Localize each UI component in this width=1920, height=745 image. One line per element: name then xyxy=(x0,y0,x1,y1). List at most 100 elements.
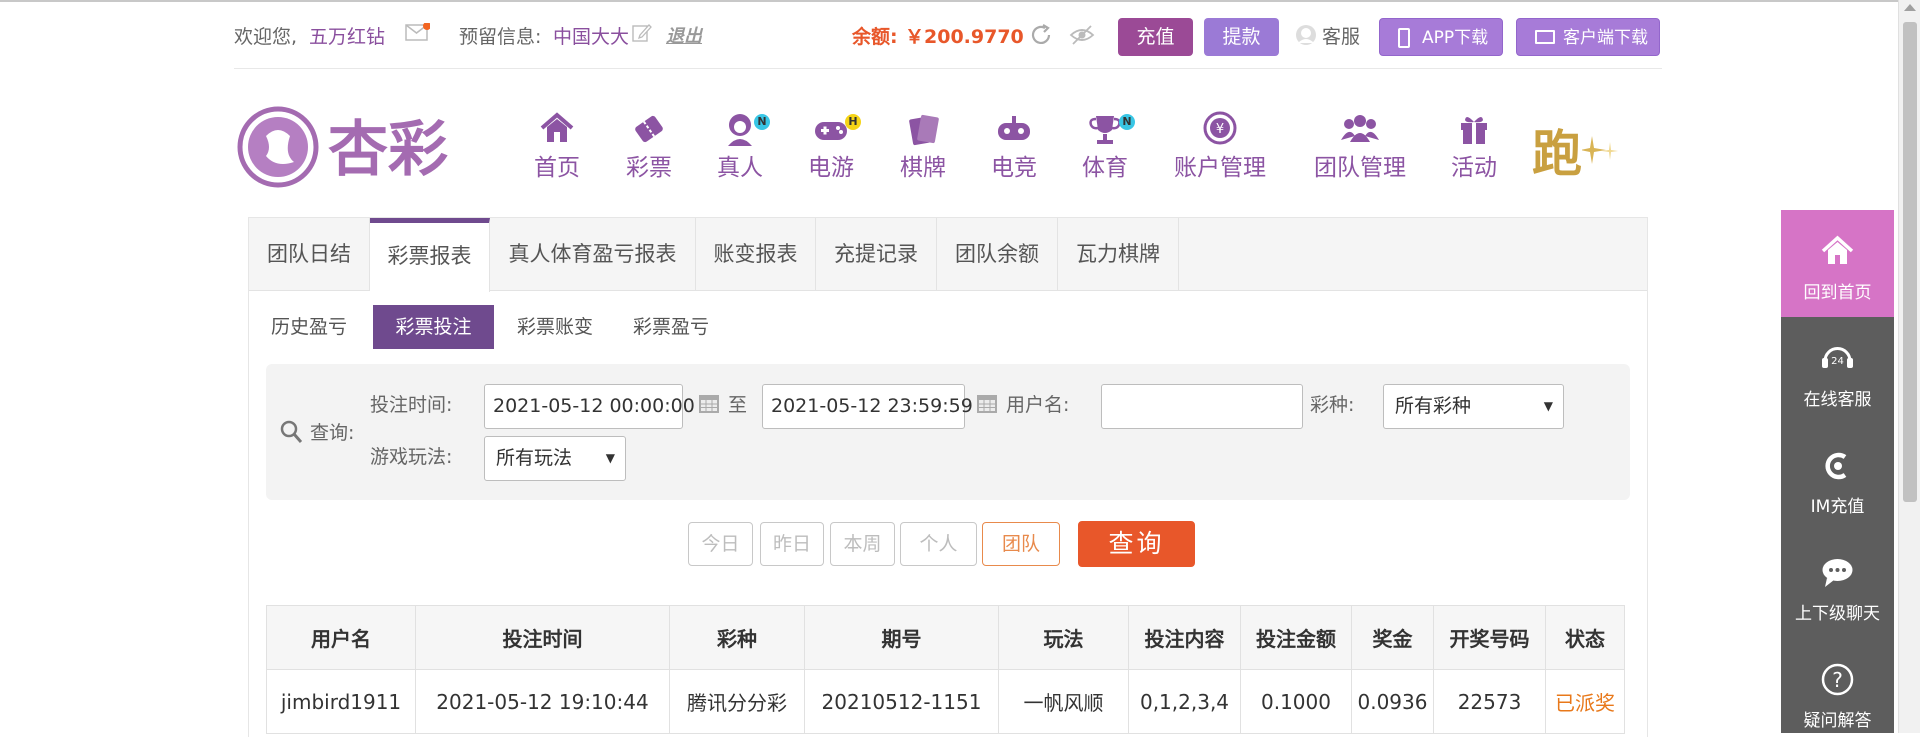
refresh-icon[interactable] xyxy=(1029,23,1053,47)
cell-bet-content: 0,1,2,3,4 xyxy=(1128,669,1241,734)
subtab-lottery-pnl[interactable]: 彩票盈亏 xyxy=(621,305,721,349)
subtab-lottery-bets[interactable]: 彩票投注 xyxy=(373,305,494,349)
nav-slots-label: 电游 xyxy=(808,155,854,181)
calendar-icon[interactable] xyxy=(698,392,720,414)
col-username: 用户名 xyxy=(266,605,416,670)
cell-issue: 20210512-1151 xyxy=(804,669,999,734)
welcome-text: 欢迎您, xyxy=(234,26,298,48)
sidebar-faq[interactable]: ? 疑问解答 xyxy=(1781,638,1894,745)
tab-account-change[interactable]: 账变报表 xyxy=(696,218,816,291)
balance-value: ￥200.9770 xyxy=(905,26,1024,48)
nav-activity-label: 活动 xyxy=(1451,155,1497,181)
col-lottery: 彩种 xyxy=(669,605,805,670)
yesterday-button[interactable]: 昨日 xyxy=(760,522,824,566)
service-avatar-icon[interactable] xyxy=(1294,23,1318,47)
tab-team-balance[interactable]: 团队余额 xyxy=(937,218,1058,291)
play-type-value: 所有玩法 xyxy=(496,447,573,469)
col-status: 状态 xyxy=(1545,605,1625,670)
start-time-input[interactable]: 2021-05-12 00:00:00 xyxy=(484,384,695,429)
calendar-icon[interactable] xyxy=(976,392,998,414)
report-panel: 团队日结 彩票报表 真人体育盈亏报表 账变报表 充提记录 团队余额 瓦力棋牌 历… xyxy=(248,217,1648,737)
search-icon xyxy=(280,420,303,444)
username-link[interactable]: 五万红钻 xyxy=(309,22,385,49)
logout-link[interactable]: 退出 xyxy=(666,22,702,48)
cell-draw-number: 22573 xyxy=(1433,669,1546,734)
col-bet-content: 投注内容 xyxy=(1128,605,1241,670)
sidebar-online-service[interactable]: 24 在线客服 xyxy=(1781,317,1894,424)
ticket-icon xyxy=(629,110,669,148)
site-logo[interactable]: 杏彩 xyxy=(236,104,451,190)
sidebar-im-recharge[interactable]: IM充值 xyxy=(1781,424,1894,531)
tab-team-daily[interactable]: 团队日结 xyxy=(249,218,370,291)
reserved-info-label: 预留信息: xyxy=(459,26,542,48)
play-type-label: 游戏玩法: xyxy=(370,446,453,468)
subtab-lottery-account-change[interactable]: 彩票账变 xyxy=(505,305,605,349)
promo-banner[interactable]: 跑 xyxy=(1532,114,1628,176)
sidebar-back-home[interactable]: 回到首页 xyxy=(1781,210,1894,317)
sidebar-back-home-label: 回到首页 xyxy=(1803,283,1872,303)
end-time-input[interactable]: 2021-05-12 23:59:59 xyxy=(762,384,973,429)
search-button[interactable]: 查询 xyxy=(1078,521,1195,567)
nav-activity[interactable]: 活动 xyxy=(1432,110,1516,190)
right-sidebar: 回到首页 24 在线客服 IM充值 上下级聊天 ? 疑问解答 xyxy=(1781,210,1894,733)
nav-esports[interactable]: 电竞 xyxy=(972,110,1056,190)
play-type-select[interactable]: 所有玩法 ▼ xyxy=(484,436,626,481)
edit-icon[interactable] xyxy=(632,23,652,43)
recharge-button[interactable]: 充值 xyxy=(1118,18,1193,56)
cell-prize: 0.0936 xyxy=(1351,669,1434,734)
sidebar-chat[interactable]: 上下级聊天 xyxy=(1781,531,1894,638)
mail-icon[interactable] xyxy=(405,22,431,41)
yen-icon: ¥ xyxy=(1200,110,1240,148)
tab-deposit-withdraw[interactable]: 充提记录 xyxy=(816,218,937,291)
nav-sports[interactable]: N 体育 xyxy=(1063,110,1147,190)
nav-lottery[interactable]: 彩票 xyxy=(607,110,691,190)
gift-icon xyxy=(1454,110,1494,148)
withdraw-button[interactable]: 提款 xyxy=(1204,18,1279,56)
monitor-icon xyxy=(1535,30,1555,44)
hide-eye-icon[interactable] xyxy=(1069,23,1095,47)
cell-bet-time: 2021-05-12 19:10:44 xyxy=(415,669,670,734)
app-download-label: APP下载 xyxy=(1422,28,1489,48)
team-button[interactable]: 团队 xyxy=(982,522,1060,566)
sidebar-im-recharge-label: IM充值 xyxy=(1810,497,1865,517)
col-draw-number: 开奖号码 xyxy=(1433,605,1546,670)
nav-team[interactable]: 团队管理 xyxy=(1310,110,1410,190)
nav-live[interactable]: N 真人 xyxy=(698,110,782,190)
nav-slots[interactable]: H 电游 xyxy=(789,110,873,190)
logo-text: 杏彩 xyxy=(328,115,448,185)
subtab-history-pnl[interactable]: 历史盈亏 xyxy=(261,305,357,349)
support-24-icon: 24 xyxy=(1819,341,1856,376)
nav-live-label: 真人 xyxy=(717,155,763,181)
nav-account[interactable]: ¥ 账户管理 xyxy=(1170,110,1270,190)
tab-lottery-report[interactable]: 彩票报表 xyxy=(370,218,490,292)
client-download-button[interactable]: 客户端下载 xyxy=(1516,18,1660,56)
gamepad-icon xyxy=(811,110,851,148)
scroll-thumb[interactable] xyxy=(1903,22,1917,502)
nav-chess[interactable]: 棋牌 xyxy=(881,110,965,190)
tab-wali-chess[interactable]: 瓦力棋牌 xyxy=(1058,218,1179,291)
cell-status: 已派奖 xyxy=(1545,669,1625,734)
vertical-scrollbar[interactable] xyxy=(1898,0,1920,733)
lottery-type-select[interactable]: 所有彩种 ▼ xyxy=(1383,384,1564,429)
username-input[interactable] xyxy=(1101,384,1303,429)
nav-home[interactable]: 首页 xyxy=(515,110,599,190)
tab-live-sports-pnl[interactable]: 真人体育盈亏报表 xyxy=(490,218,696,291)
today-button[interactable]: 今日 xyxy=(688,522,753,566)
query-label: 查询: xyxy=(310,422,355,444)
question-icon: ? xyxy=(1819,662,1856,697)
app-download-button[interactable]: APP下载 xyxy=(1379,18,1503,56)
col-play: 玩法 xyxy=(998,605,1129,670)
to-label: 至 xyxy=(728,394,748,416)
sidebar-online-service-label: 在线客服 xyxy=(1803,390,1872,410)
bets-table: 用户名 投注时间 彩种 期号 玩法 投注内容 投注金额 奖金 开奖号码 状态 j… xyxy=(266,605,1625,734)
personal-button[interactable]: 个人 xyxy=(900,522,977,566)
scroll-up-arrow-icon[interactable] xyxy=(1904,4,1916,11)
dealer-icon xyxy=(720,110,760,148)
this-week-button[interactable]: 本周 xyxy=(830,522,895,566)
cell-play: 一帆风顺 xyxy=(998,669,1129,734)
service-link[interactable]: 客服 xyxy=(1322,22,1360,49)
query-form: 查询: 投注时间: 2021-05-12 00:00:00 至 2021-05-… xyxy=(266,364,1630,500)
svg-text:?: ? xyxy=(1832,668,1843,692)
table-row[interactable]: jimbird1911 2021-05-12 19:10:44 腾讯分分彩 20… xyxy=(266,669,1625,734)
svg-text:24: 24 xyxy=(1831,356,1844,367)
